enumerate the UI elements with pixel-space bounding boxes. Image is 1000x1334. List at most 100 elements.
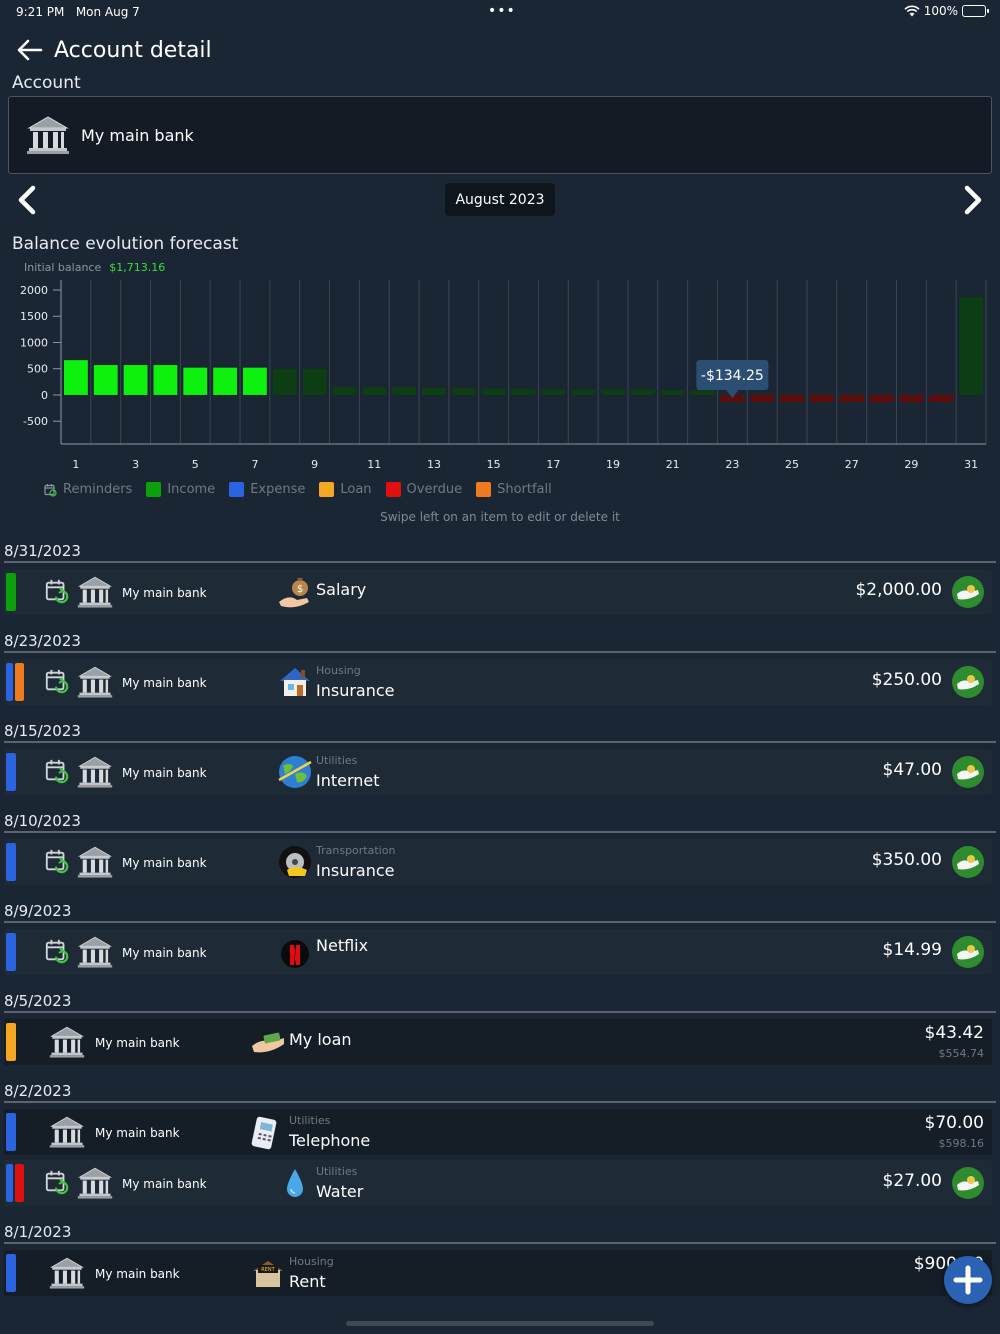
date-header: 8/15/2023 [4, 722, 81, 740]
home-indicator[interactable] [346, 1321, 654, 1326]
plus-icon [953, 1265, 983, 1295]
legend-shortfall: Shortfall [476, 482, 552, 497]
x-tick-label: 23 [725, 458, 739, 471]
pay-button[interactable] [952, 756, 984, 788]
type-stripe-loan [6, 1023, 16, 1061]
pay-button[interactable] [952, 576, 984, 608]
pay-button[interactable] [952, 1167, 984, 1199]
chart-legend: Reminders Income Expense Loan Overdue Sh… [44, 482, 552, 497]
house-icon [280, 668, 310, 696]
month-selector[interactable]: August 2023 [445, 183, 555, 216]
category-label: Housing [316, 664, 361, 677]
transaction-row[interactable]: My main bank My loan $43.42 $554.74 [4, 1019, 992, 1065]
y-tick-label: 0 [41, 389, 48, 402]
date-divider [4, 741, 996, 743]
globe-icon [278, 756, 312, 788]
chart-bar [272, 368, 297, 395]
payee-name: My loan [289, 1030, 352, 1049]
bank-name: My main bank [122, 766, 207, 780]
amount: $43.42 [924, 1023, 984, 1043]
type-stripe-expense [6, 1164, 13, 1202]
category-label: Utilities [316, 754, 358, 767]
chart-bar [93, 365, 118, 395]
legend-label: Reminders [63, 482, 133, 497]
pay-button[interactable] [952, 936, 984, 968]
car-wheel-icon [279, 846, 311, 878]
transaction-row[interactable]: My main bank Utilities Internet $47.00 [4, 749, 992, 795]
x-tick-label: 25 [785, 458, 799, 471]
previous-month-button[interactable] [12, 184, 42, 216]
date-divider [4, 831, 996, 833]
bank-name: My main bank [122, 946, 207, 960]
transaction-row[interactable]: My main bank Utilities Water $27.00 [4, 1160, 992, 1206]
date-header: 8/23/2023 [4, 632, 81, 650]
calendar-refresh-icon [44, 483, 57, 497]
pay-button[interactable] [952, 846, 984, 878]
pay-hand-icon [957, 1176, 979, 1191]
add-transaction-button[interactable] [944, 1256, 992, 1304]
x-tick-label: 7 [251, 458, 258, 471]
bank-icon [77, 1167, 113, 1199]
legend-label: Expense [250, 482, 306, 497]
category-label: Housing [289, 1255, 334, 1268]
status-bar: 9:21 PM Mon Aug 7 ••• 100% [0, 0, 1000, 24]
x-tick-label: 15 [487, 458, 501, 471]
bank-icon [77, 576, 113, 608]
transaction-row[interactable]: My main bank $ Salary $2,000.00 [4, 569, 992, 615]
chart-bar [511, 388, 536, 395]
bottom-bar [0, 1296, 1000, 1334]
x-tick-label: 13 [427, 458, 441, 471]
chart-bar [571, 389, 596, 395]
payee-name: Insurance [316, 861, 395, 880]
calendar-refresh-icon [45, 669, 69, 694]
chart-bar [809, 394, 834, 403]
account-selector[interactable]: My main bank [8, 96, 992, 174]
wifi-icon [904, 5, 920, 17]
next-month-button[interactable] [958, 184, 988, 216]
y-tick-label: 2000 [20, 284, 48, 297]
chart-bar [839, 394, 864, 403]
bank-icon [77, 756, 113, 788]
back-button[interactable] [12, 33, 46, 67]
calendar-refresh-icon [45, 759, 69, 784]
y-tick-label: 1500 [20, 310, 48, 323]
pay-button[interactable] [952, 666, 984, 698]
status-right: 100% [904, 4, 989, 18]
date-divider [4, 651, 996, 653]
balance-chart[interactable]: -50005001000150020001 3 5 7 9 11 13 15 17 19 21 23 2… [0, 276, 1000, 476]
payee-name: Netflix [316, 936, 369, 955]
chart-bar [392, 387, 417, 395]
amount: $27.00 [882, 1171, 942, 1191]
multitask-dots[interactable]: ••• [488, 3, 516, 19]
y-tick-label: 500 [27, 363, 48, 376]
svg-text:$: $ [297, 584, 303, 595]
y-tick-label: 1000 [20, 336, 48, 349]
chart-bar [451, 387, 476, 395]
amount: $47.00 [882, 760, 942, 780]
payee-name: Water [316, 1182, 364, 1201]
payee-name: Insurance [316, 681, 395, 700]
legend-swatch [385, 482, 401, 497]
chart-bar [213, 367, 238, 395]
page-title: Account detail [54, 37, 212, 63]
bank-name: My main bank [95, 1126, 180, 1140]
chart-bar [780, 394, 804, 403]
pay-hand-icon [957, 855, 979, 870]
telephone-icon [251, 1116, 277, 1150]
chart-bar [899, 394, 924, 403]
pay-hand-icon [957, 675, 979, 690]
transaction-row[interactable]: My main bank RENT Housing Rent $900.00 [4, 1250, 992, 1296]
transaction-row[interactable]: My main bank Housing Insurance $250.00 [4, 659, 992, 705]
x-tick-label: 29 [904, 458, 918, 471]
calendar-refresh-icon [45, 849, 69, 874]
transaction-row[interactable]: My main bank Utilities Telephone $70.00 … [4, 1109, 992, 1155]
bank-icon [49, 1026, 85, 1058]
bank-icon [77, 846, 113, 878]
x-tick-label: 5 [192, 458, 199, 471]
legend-loan: Loan [319, 482, 372, 497]
initial-balance: Initial balance $1,713.16 [24, 261, 165, 274]
transaction-row[interactable]: My main bank Netflix $14.99 [4, 929, 992, 975]
transaction-row[interactable]: My main bank Transportation Insurance $3… [4, 839, 992, 885]
legend-swatch [476, 482, 492, 497]
chart-bar [630, 389, 655, 395]
